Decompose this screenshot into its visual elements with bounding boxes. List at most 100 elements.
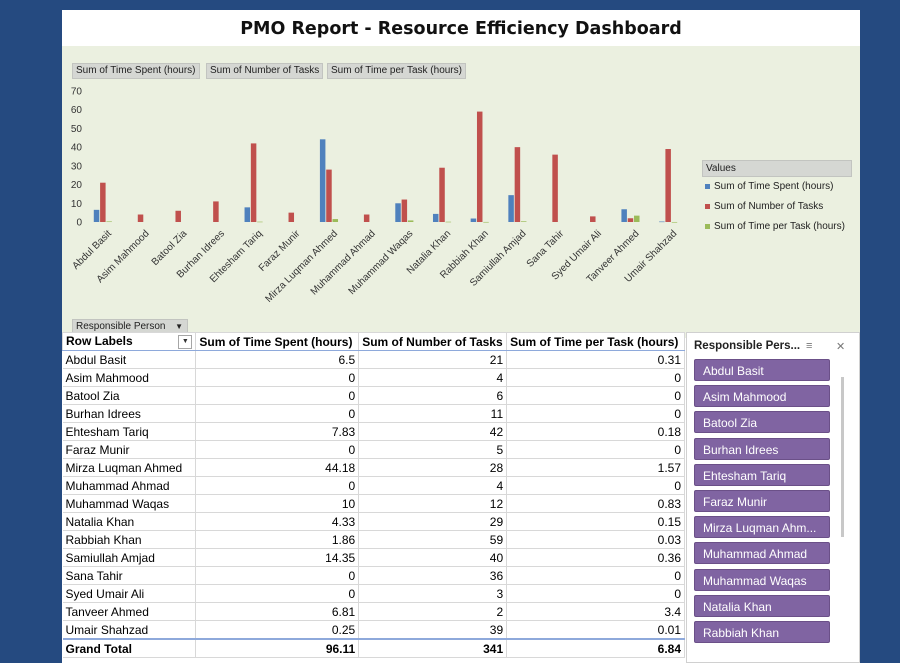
row-label: Faraz Munir: [62, 440, 197, 459]
bar-time-per-task[interactable]: [407, 220, 414, 222]
cell-value: 0: [506, 584, 685, 603]
bar-time-spent[interactable]: [244, 207, 251, 222]
bar-tasks[interactable]: [250, 143, 257, 222]
bar-tasks[interactable]: [401, 199, 408, 222]
row-label: Umair Shahzad: [62, 620, 197, 640]
legend-swatch-red: [705, 204, 710, 209]
cell-value: 4: [358, 476, 508, 495]
table-row: Rabbiah Khan 1.86 59 0.03: [62, 530, 685, 549]
header-row-labels[interactable]: Row Labels ▼: [61, 332, 197, 351]
cell-value: 0: [506, 404, 685, 423]
bar-time-per-task[interactable]: [520, 221, 527, 222]
multi-select-icon[interactable]: ≡: [806, 340, 812, 352]
bar-time-spent[interactable]: [659, 221, 665, 223]
cell-value: 14.35: [195, 548, 360, 567]
slicer-item[interactable]: Batool Zia: [694, 411, 830, 434]
bar-tasks[interactable]: [439, 167, 445, 222]
cell-value: 40: [358, 548, 508, 567]
slicer-item[interactable]: Asim Mahmood: [694, 385, 830, 408]
slicer-item[interactable]: Burhan Idrees: [694, 437, 830, 460]
row-label: Rabbiah Khan: [62, 530, 197, 549]
filter-dropdown-icon[interactable]: ▼: [178, 335, 193, 349]
bar-tasks[interactable]: [175, 210, 181, 222]
slicer-item[interactable]: Mirza Luqman Ahm...: [694, 516, 830, 539]
cell-value: 44.18: [195, 458, 360, 477]
grand-total-row: Grand Total 96.11 341 6.84: [62, 638, 685, 658]
table-row: Muhammad Waqas 10 12 0.83: [62, 494, 685, 513]
legend-swatch-blue: [705, 184, 710, 189]
slicer-item[interactable]: Natalia Khan: [694, 594, 830, 617]
slicer-item[interactable]: Faraz Munir: [694, 490, 830, 512]
grand-total-label: Grand Total: [62, 638, 197, 658]
bar-tasks[interactable]: [552, 154, 558, 222]
bar-tasks[interactable]: [213, 201, 219, 222]
cell-value: 1.86: [195, 530, 360, 549]
legend-label: Sum of Time per Task (hours): [714, 221, 845, 232]
bar-tasks[interactable]: [476, 111, 483, 222]
bar-tasks[interactable]: [326, 169, 332, 222]
bar-tasks[interactable]: [137, 214, 144, 222]
slicer-item[interactable]: Rabbiah Khan: [694, 621, 830, 643]
slicer-item[interactable]: Muhammad Ahmad: [694, 542, 830, 565]
pivot-chart[interactable]: Sum of Time Spent (hours) Sum of Number …: [62, 46, 860, 338]
bar-time-per-task[interactable]: [634, 215, 640, 222]
row-label: Samiullah Amjad: [62, 548, 197, 567]
row-field-label: Responsible Person: [76, 321, 166, 332]
row-label: Tanveer Ahmed: [62, 602, 197, 621]
y-tick-label: 40: [71, 143, 83, 154]
table-row: Mirza Luqman Ahmed 44.18 28 1.57: [62, 458, 685, 477]
cell-value: 0.25: [195, 620, 360, 640]
slicer-responsible-person: Responsible Pers... ≡ ✕ Abdul Basit Asim …: [686, 332, 860, 663]
bar-tasks[interactable]: [627, 218, 634, 222]
cell-value: 39: [358, 620, 508, 640]
cell-value: 2: [358, 602, 508, 621]
cell-value: 0: [506, 440, 685, 459]
bar-tasks[interactable]: [288, 212, 295, 222]
grand-total-value: 341: [358, 638, 508, 658]
bar-time-per-task[interactable]: [445, 221, 452, 223]
slicer-item[interactable]: Abdul Basit: [694, 359, 830, 381]
bar-time-spent[interactable]: [93, 209, 100, 222]
row-label: Muhammad Waqas: [62, 494, 197, 513]
bar-time-per-task[interactable]: [257, 221, 263, 223]
table-row: Syed Umair Ali 0 3 0: [62, 584, 685, 603]
row-label: Natalia Khan: [62, 512, 197, 531]
cell-value: 0: [195, 584, 360, 603]
bar-time-spent[interactable]: [508, 195, 514, 222]
bar-time-spent[interactable]: [319, 139, 326, 222]
bar-time-per-task[interactable]: [671, 221, 678, 223]
cell-value: 6: [358, 386, 508, 405]
y-tick-label: 30: [71, 161, 83, 172]
bar-tasks[interactable]: [100, 182, 106, 222]
cell-value: 0: [195, 440, 360, 459]
cell-value: 0: [195, 368, 360, 387]
bar-time-per-task[interactable]: [483, 221, 489, 223]
bar-time-spent[interactable]: [395, 203, 401, 222]
table-row: Sana Tahir 0 36 0: [62, 566, 685, 585]
cell-value: 36: [358, 566, 508, 585]
bar-time-spent[interactable]: [432, 213, 439, 222]
cell-value: 42: [358, 422, 508, 441]
cell-value: 0: [506, 368, 685, 387]
bar-time-per-task[interactable]: [332, 219, 339, 222]
slicer-item[interactable]: Ehtesham Tariq: [694, 463, 830, 486]
table-row: Natalia Khan 4.33 29 0.15: [62, 512, 685, 531]
cell-value: 0: [506, 566, 685, 585]
header-label: Row Labels: [66, 334, 133, 348]
table-row: Tanveer Ahmed 6.81 2 3.4: [62, 602, 685, 621]
legend-label: Sum of Number of Tasks: [714, 201, 824, 212]
bar-tasks[interactable]: [665, 149, 671, 222]
clear-filter-icon[interactable]: ✕: [836, 340, 845, 353]
slicer-item[interactable]: Muhammad Waqas: [694, 568, 830, 591]
slicer-scrollbar[interactable]: [841, 377, 844, 537]
bar-tasks[interactable]: [514, 147, 521, 222]
y-tick-label: 0: [76, 218, 82, 229]
pivot-table: Row Labels ▼ Sum of Time Spent (hours) S…: [61, 332, 685, 658]
bar-time-spent[interactable]: [621, 209, 627, 222]
cell-value: 4: [358, 368, 508, 387]
bar-tasks[interactable]: [363, 214, 370, 222]
cell-value: 0.03: [506, 530, 685, 549]
bar-time-spent[interactable]: [470, 218, 477, 222]
bar-tasks[interactable]: [590, 216, 596, 222]
bar-time-per-task[interactable]: [106, 221, 112, 223]
